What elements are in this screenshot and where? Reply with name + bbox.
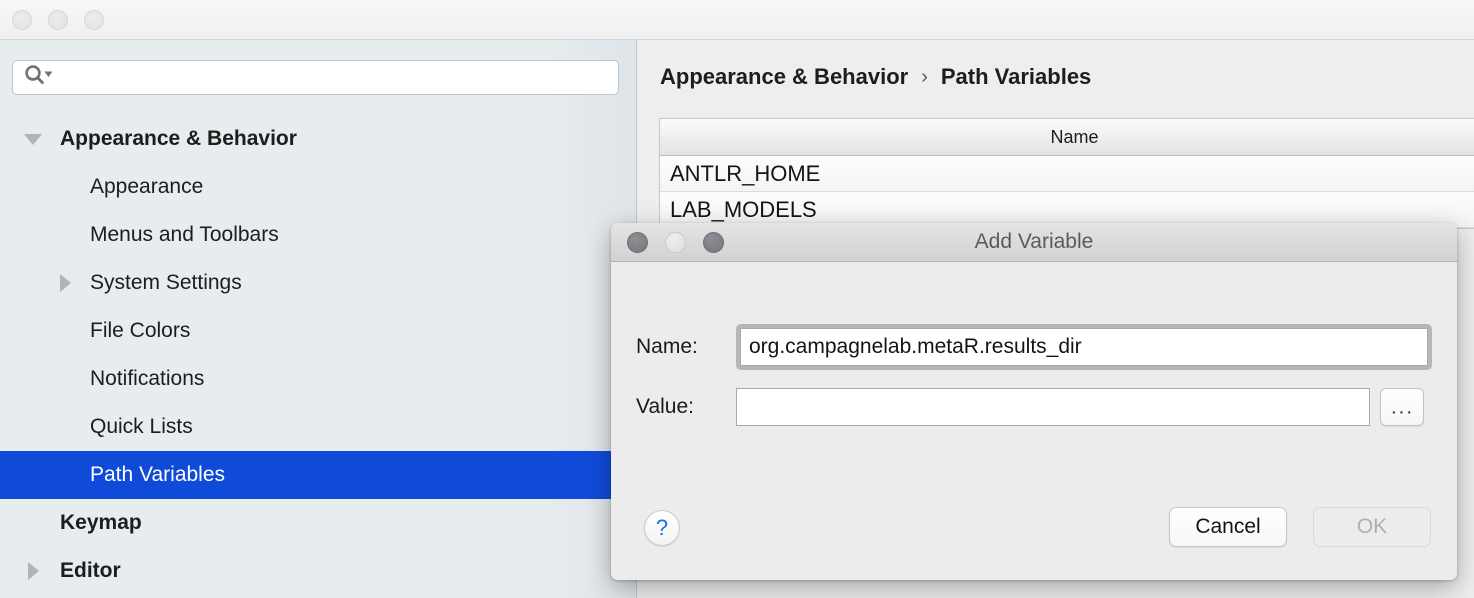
- search-field-wrapper: [12, 60, 619, 95]
- path-variables-table[interactable]: Name ANTLR_HOME LAB_MODELS: [659, 118, 1474, 229]
- breadcrumb: Appearance & Behavior › Path Variables: [660, 64, 1091, 90]
- column-header-name[interactable]: Name: [1050, 127, 1098, 148]
- dialog-minimize-button[interactable]: [665, 232, 686, 253]
- zoom-button[interactable]: [84, 10, 104, 30]
- sidebar-item-label: Keymap: [60, 511, 142, 534]
- sidebar-item-appearance[interactable]: Appearance: [0, 163, 636, 211]
- search-box[interactable]: [12, 60, 619, 95]
- page-title: Path Variables: [940, 64, 1092, 89]
- search-icon: [23, 64, 53, 91]
- settings-window: Appearance & Behavior Appearance Menus a…: [0, 0, 1474, 598]
- sidebar-item-notifications[interactable]: Notifications: [0, 355, 636, 403]
- sidebar-item-quick-lists[interactable]: Quick Lists: [0, 403, 636, 451]
- sidebar-item-label: Path Variables: [90, 463, 226, 486]
- browse-button[interactable]: ···: [1380, 388, 1424, 426]
- chevron-right-icon[interactable]: [60, 274, 71, 292]
- ok-button: OK: [1313, 507, 1431, 547]
- dialog-traffic-lights: [627, 232, 724, 253]
- sidebar-item-menus-and-toolbars[interactable]: Menus and Toolbars: [0, 211, 636, 259]
- dialog-zoom-button[interactable]: [703, 232, 724, 253]
- add-variable-dialog: Add Variable Name: Value: ··· ? Cancel O…: [611, 223, 1457, 580]
- chevron-right-icon[interactable]: [28, 562, 39, 580]
- name-field-label: Name:: [636, 335, 698, 358]
- name-input[interactable]: [740, 328, 1428, 366]
- sidebar-item-label: Appearance & Behavior: [60, 127, 297, 150]
- sidebar-item-label: Appearance: [90, 175, 204, 198]
- dialog-body: Name: Value: ··· ? Cancel OK: [611, 262, 1457, 580]
- value-field-row: Value: ···: [636, 388, 1424, 426]
- sidebar-item-label: Editor: [60, 559, 121, 582]
- cell-name: LAB_MODELS: [670, 196, 817, 222]
- value-field-label: Value:: [636, 395, 694, 418]
- sidebar-item-appearance-and-behavior[interactable]: Appearance & Behavior: [0, 115, 636, 163]
- sidebar-item-editor[interactable]: Editor: [0, 547, 636, 595]
- sidebar-item-keymap[interactable]: Keymap: [0, 499, 636, 547]
- settings-sidebar: Appearance & Behavior Appearance Menus a…: [0, 40, 637, 598]
- dialog-close-button[interactable]: [627, 232, 648, 253]
- minimize-button[interactable]: [48, 10, 68, 30]
- search-input[interactable]: [61, 69, 581, 86]
- table-header: Name: [660, 119, 1474, 156]
- dialog-titlebar: Add Variable: [611, 223, 1457, 262]
- window-traffic-lights: [12, 10, 104, 30]
- sidebar-item-label: Notifications: [90, 367, 205, 390]
- dialog-title: Add Variable: [974, 230, 1094, 253]
- breadcrumb-parent[interactable]: Appearance & Behavior: [660, 64, 908, 90]
- value-input[interactable]: [736, 388, 1370, 426]
- dialog-button-bar: Cancel OK: [1169, 507, 1431, 547]
- sidebar-item-file-colors[interactable]: File Colors: [0, 307, 636, 355]
- help-button[interactable]: ?: [644, 510, 680, 546]
- sidebar-item-system-settings[interactable]: System Settings: [0, 259, 636, 307]
- sidebar-item-path-variables[interactable]: Path Variables: [0, 451, 636, 499]
- chevron-right-icon: ›: [921, 65, 928, 88]
- table-row[interactable]: ANTLR_HOME: [660, 156, 1474, 192]
- sidebar-item-label: Quick Lists: [90, 415, 193, 438]
- name-field-focus-ring: [736, 324, 1432, 370]
- cell-name: ANTLR_HOME: [670, 160, 821, 186]
- window-titlebar: [0, 0, 1474, 40]
- close-button[interactable]: [12, 10, 32, 30]
- sidebar-item-label: System Settings: [90, 271, 242, 294]
- chevron-down-icon[interactable]: [24, 134, 42, 145]
- sidebar-item-label: Menus and Toolbars: [90, 223, 279, 246]
- name-field-row: Name:: [636, 324, 1432, 370]
- sidebar-item-label: File Colors: [90, 319, 191, 342]
- cancel-button[interactable]: Cancel: [1169, 507, 1287, 547]
- settings-tree: Appearance & Behavior Appearance Menus a…: [0, 115, 636, 595]
